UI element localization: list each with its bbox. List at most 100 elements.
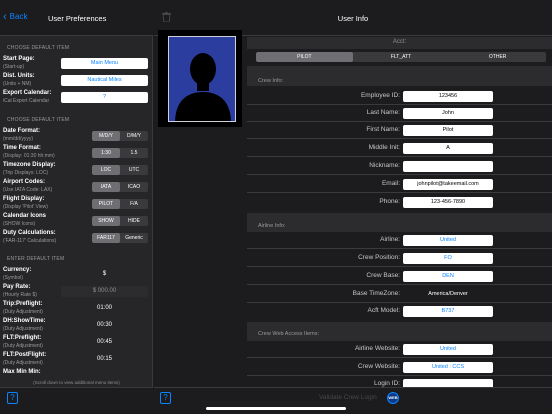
acft-model-select[interactable]: B737 [403, 306, 493, 317]
export-calendar-select[interactable]: ? [61, 92, 148, 103]
section-header: ENTER DEFAULT ITEM [7, 256, 65, 262]
flt-preflight-field[interactable]: 00:45 [61, 337, 148, 348]
row-divider [247, 156, 552, 157]
preferences-list[interactable]: CHOOSE DEFAULT ITEM Start Page: (Start-u… [0, 37, 153, 385]
pay-rate-field[interactable]: $ 000.00 [61, 286, 148, 297]
flight-display-fa[interactable]: F/A [120, 199, 148, 209]
flight-display-segment: PILOT F/A [92, 199, 148, 209]
pay-rate-label: Pay Rate: [3, 284, 31, 290]
timezone-display-sub: (Trip Displays: LOC) [3, 170, 49, 176]
role-tab-other[interactable]: OTHER [449, 52, 546, 62]
back-button[interactable]: ‹ Back [3, 11, 27, 22]
nickname-field[interactable] [403, 161, 493, 172]
first-name-row: First Name: Pilot [247, 122, 552, 139]
first-name-field[interactable]: Pilot [403, 125, 493, 136]
calendar-icons-show[interactable]: SHOW [92, 216, 120, 226]
currency-field[interactable]: $ [61, 269, 148, 280]
date-format-mdy[interactable]: M/D/Y [92, 131, 120, 141]
crew-base-select[interactable]: DEN [403, 271, 493, 282]
time-format-segment: 1:30 1.5 [92, 148, 148, 158]
airport-codes-icao[interactable]: ICAO [120, 182, 148, 192]
person-silhouette-icon [169, 37, 235, 121]
phone-row: Phone: 123-456-7890 [247, 194, 552, 211]
employee-id-field[interactable]: 123456 [403, 91, 493, 102]
calendar-icons-row: Calendar Icons (SHOW Icons) SHOW HIDE [0, 212, 153, 229]
middle-init-label: Middle Init: [368, 144, 400, 151]
flight-display-pilot[interactable]: PILOT [92, 199, 120, 209]
flt-preflight-row: FLT:Preflight: (Duty Adjustment) 00:45 [0, 334, 153, 351]
timezone-loc[interactable]: LOC [92, 165, 120, 175]
login-id-label: Login ID: [373, 380, 400, 387]
time-format-label: Time Format: [3, 145, 41, 151]
role-tab-flt-att[interactable]: FLT_ATT [353, 52, 450, 62]
timezone-segment: LOC UTC [92, 165, 148, 175]
middle-init-field[interactable]: A [403, 143, 493, 154]
crew-position-select[interactable]: FO [403, 253, 493, 264]
airport-codes-row: Airport Codes: (Use IATA Code: LAX) IATA… [0, 178, 153, 195]
home-indicator[interactable] [206, 407, 346, 410]
dh-showtime-sub: (Duty Adjustment) [3, 326, 43, 332]
flt-postflight-label: FLT:PostFlight: [3, 352, 47, 358]
trip-preflight-field[interactable]: 01:00 [61, 303, 148, 314]
start-page-label: Start Page: [3, 56, 35, 62]
ipad-screen: ‹ Back User Preferences CHOOSE DEFAULT I… [0, 0, 552, 414]
acft-model-row: Acft Model: B737 [247, 303, 552, 320]
flt-preflight-label: FLT:Preflight: [3, 335, 42, 341]
role-tab-pilot[interactable]: PILOT [256, 52, 353, 62]
web-access-header: Crew Web Access Items: [258, 331, 320, 337]
phone-field[interactable]: 123-456-7890 [403, 197, 493, 208]
help-button[interactable]: ? [7, 392, 18, 404]
currency-label: Currency: [3, 267, 32, 273]
timezone-display-label: Timezone Display: [3, 162, 56, 168]
dist-units-label: Dist. Units: [3, 73, 35, 79]
start-page-sub: (Start-up) [3, 64, 25, 70]
duty-calc-generic[interactable]: Generic [120, 233, 148, 243]
time-format-decimal[interactable]: 1.5 [120, 148, 148, 158]
flight-display-sub: (Display 'Pilot' View) [3, 204, 48, 210]
airline-select[interactable]: United [403, 235, 493, 246]
trip-preflight-label: Trip:Preflight: [3, 301, 43, 307]
dist-units-select[interactable]: Nautical Miles [61, 75, 148, 86]
airline-website-row: Airline Website: United [247, 341, 552, 358]
crew-website-select[interactable]: United : CCS [403, 362, 493, 373]
email-field[interactable]: johnpilot@takeemail.com [403, 179, 493, 190]
date-format-segment: M/D/Y D/M/Y [92, 131, 148, 141]
row-divider [247, 266, 552, 267]
middle-init-row: Middle Init: A [247, 140, 552, 157]
profile-photo-frame[interactable] [158, 30, 242, 127]
employee-id-row: Employee ID: 123456 [247, 88, 552, 105]
duty-calc-far117[interactable]: FAR117 [92, 233, 120, 243]
dh-showtime-field[interactable]: 00:30 [61, 320, 148, 331]
timezone-utc[interactable]: UTC [120, 165, 148, 175]
date-format-dmy[interactable]: D/M/Y [120, 131, 148, 141]
airline-info-header: Airline Info: [258, 223, 286, 229]
time-format-hhmm[interactable]: 1:30 [92, 148, 120, 158]
flt-postflight-field[interactable]: 00:15 [61, 354, 148, 365]
help-button[interactable]: ? [160, 392, 171, 404]
email-row: Email: johnpilot@takeemail.com [247, 176, 552, 193]
time-format-row: Time Format: (Display: 01:30 hh:mm) 1:30… [0, 144, 153, 161]
flt-preflight-sub: (Duty Adjustment) [3, 343, 43, 349]
duty-calc-segment: FAR117 Generic [92, 233, 148, 243]
email-label: Email: [381, 180, 400, 187]
dh-showtime-row: DH:ShowTime: (Duty Adjustment) 00:30 [0, 317, 153, 334]
section-header: CHOOSE DEFAULT ITEM [7, 117, 70, 123]
nickname-label: Nickname: [369, 162, 400, 169]
cut-off-label: Max Min Min: [3, 369, 41, 375]
date-format-row: Date Format: (mm/dd/yyyy) M/D/Y D/M/Y [0, 127, 153, 144]
phone-label: Phone: [379, 198, 400, 205]
airport-codes-iata[interactable]: IATA [92, 182, 120, 192]
airport-codes-label: Airport Codes: [3, 179, 45, 185]
base-timezone-value[interactable]: America/Denver [403, 289, 493, 300]
duty-calc-sub: ('FAR-117' Calculations) [3, 238, 57, 244]
dh-showtime-label: DH:ShowTime: [3, 318, 46, 324]
calendar-icons-hide[interactable]: HIDE [120, 216, 148, 226]
start-page-select[interactable]: Main Menu [61, 58, 148, 69]
row-divider [247, 138, 552, 139]
web-badge-icon[interactable]: WEB [387, 392, 399, 404]
trip-preflight-row: Trip:Preflight: (Duty Adjustment) 01:00 [0, 300, 153, 317]
flight-display-label: Flight Display: [3, 196, 45, 202]
last-name-field[interactable]: John [403, 108, 493, 119]
airline-website-select[interactable]: United [403, 344, 493, 355]
validate-crew-login-button[interactable]: Validate Crew Login [319, 394, 377, 401]
